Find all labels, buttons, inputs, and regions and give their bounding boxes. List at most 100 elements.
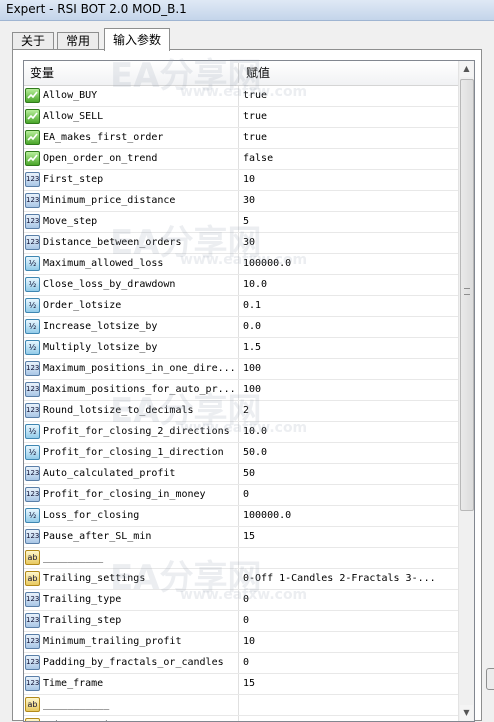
parameter-name: Close_loss_by_drawdown [43, 279, 176, 290]
parameter-row[interactable]: ½ Loss_for_closing 100000.0 [24, 506, 460, 527]
parameter-row[interactable]: ab ___________ [24, 695, 460, 716]
parameter-row[interactable]: ab Trailing_settings 0-Off 1-Candles 2-Fra… [24, 569, 460, 590]
cell-divider [238, 317, 239, 337]
parameter-value[interactable]: 30 [243, 233, 457, 253]
parameter-value[interactable]: true [243, 107, 457, 127]
parameter-value[interactable]: 10 [243, 170, 457, 190]
parameter-value[interactable]: 100000.0 [243, 506, 457, 526]
parameter-value[interactable]: false [243, 149, 457, 169]
column-header-variable[interactable]: 变量 [30, 61, 54, 85]
parameter-row[interactable]: 123 Minimum_price_distance 30 [24, 191, 460, 212]
parameter-value[interactable]: 0 [243, 590, 457, 610]
parameter-value[interactable]: 1.5 [243, 338, 457, 358]
parameter-value[interactable]: 0 [243, 485, 457, 505]
tab-common[interactable]: 常用 [57, 32, 100, 50]
tab-inputs[interactable]: 输入参数 [104, 28, 171, 51]
parameter-value[interactable]: 5 [243, 212, 457, 232]
parameter-row[interactable]: Open_order_on_trend false [24, 149, 460, 170]
parameter-name: Trailing_type [43, 594, 122, 605]
parameter-name: Open_order_on_trend [43, 153, 158, 164]
string-param-icon: ab [25, 571, 40, 586]
cell-divider [238, 548, 239, 568]
parameter-row[interactable]: ½ Close_loss_by_drawdown 10.0 [24, 275, 460, 296]
parameter-row[interactable]: ab __________ [24, 548, 460, 569]
parameter-value[interactable]: 100 [243, 359, 457, 379]
parameter-name: Profit_for_closing_2_directions [43, 426, 230, 437]
scroll-up-button[interactable]: ▲ [460, 61, 473, 77]
cell-divider [238, 653, 239, 673]
scroll-thumb[interactable] [460, 79, 474, 511]
parameter-row[interactable]: 123 Trailing_step 0 [24, 611, 460, 632]
tab-about[interactable]: 关于 [12, 32, 55, 50]
parameter-value[interactable]: 50.0 [243, 443, 457, 463]
parameter-value[interactable]: 10 [243, 632, 457, 652]
parameter-row[interactable]: 123 Pause_after_SL_min 15 [24, 527, 460, 548]
side-button[interactable] [486, 668, 494, 690]
scroll-down-button[interactable]: ▼ [460, 705, 473, 721]
parameter-name: Pause_after_SL_min [43, 531, 152, 542]
parameter-row[interactable]: 123 Round_lotsize_to_decimals 2 [24, 401, 460, 422]
parameter-value[interactable]: 0.1 [243, 296, 457, 316]
parameter-value[interactable]: 100 [243, 380, 457, 400]
cell-divider [238, 695, 239, 715]
parameter-name: Minimum_trailing_profit [43, 636, 182, 647]
string-param-icon: ab [25, 718, 40, 721]
parameter-row[interactable]: 123 Trailing_type 0 [24, 590, 460, 611]
parameter-row[interactable]: ½ Increase_lotsize_by 0.0 [24, 317, 460, 338]
vertical-scrollbar[interactable]: ▲ ▼ [458, 61, 474, 721]
parameter-value[interactable]: 0 [243, 611, 457, 631]
parameter-row[interactable]: Allow_SELL true [24, 107, 460, 128]
parameter-value[interactable]: 0-Off 1-Candles 2-Fractals 3-... [243, 569, 457, 589]
cell-divider [238, 359, 239, 379]
parameter-row[interactable]: ½ Profit_for_closing_2_directions 10.0 [24, 422, 460, 443]
parameter-row[interactable]: Allow_BUY true [24, 86, 460, 107]
parameter-name: __________ [43, 552, 104, 563]
cell-divider [238, 338, 239, 358]
parameter-value[interactable] [243, 548, 457, 568]
parameter-row[interactable]: 123 Move_step 5 [24, 212, 460, 233]
parameter-row[interactable]: 123 Time_frame 15 [24, 674, 460, 695]
parameter-value[interactable]: 100000.0 [243, 254, 457, 274]
int-param-icon: 123 [25, 676, 40, 691]
parameter-value[interactable] [243, 716, 457, 721]
column-header-value[interactable]: 赋值 [246, 61, 270, 85]
parameter-row[interactable]: 123 Maximum_positions_in_one_dire... 100 [24, 359, 460, 380]
parameter-value[interactable]: true [243, 128, 457, 148]
int-param-icon: 123 [25, 403, 40, 418]
cell-divider [238, 464, 239, 484]
cell-divider [238, 233, 239, 253]
parameter-row[interactable]: 123 Minimum_trailing_profit 10 [24, 632, 460, 653]
parameter-value[interactable]: 10.0 [243, 275, 457, 295]
parameter-value[interactable]: 15 [243, 674, 457, 694]
parameter-value[interactable] [243, 695, 457, 715]
parameter-row[interactable]: 123 Profit_for_closing_in_money 0 [24, 485, 460, 506]
double-param-icon: ½ [25, 424, 40, 439]
parameter-row[interactable]: ½ Order_lotsize 0.1 [24, 296, 460, 317]
parameter-value[interactable]: 15 [243, 527, 457, 547]
parameter-name: Round_lotsize_to_decimals [43, 405, 194, 416]
parameter-row[interactable]: 123 First_step 10 [24, 170, 460, 191]
parameter-row[interactable]: ½ Multiply_lotsize_by 1.5 [24, 338, 460, 359]
parameter-value[interactable]: 50 [243, 464, 457, 484]
parameter-row[interactable]: 123 Padding_by_fractals_or_candles 0 [24, 653, 460, 674]
parameter-value[interactable]: 0.0 [243, 317, 457, 337]
parameter-value[interactable]: true [243, 86, 457, 106]
parameter-row[interactable]: 123 Auto_calculated_profit 50 [24, 464, 460, 485]
parameter-value[interactable]: 30 [243, 191, 457, 211]
parameter-name: Multiply_lotsize_by [43, 342, 158, 353]
parameter-row[interactable]: EA_makes_first_order true [24, 128, 460, 149]
parameter-value[interactable]: 10.0 [243, 422, 457, 442]
bool-param-icon [25, 88, 40, 103]
parameter-name: Increase_lotsize_by [43, 321, 158, 332]
parameter-row[interactable]: ½ Maximum_allowed_loss 100000.0 [24, 254, 460, 275]
parameter-row[interactable]: abOther_settings [24, 716, 460, 721]
column-divider[interactable] [238, 63, 239, 83]
parameter-value[interactable]: 0 [243, 653, 457, 673]
parameter-row[interactable]: 123 Maximum_positions_for_auto_pr... 100 [24, 380, 460, 401]
parameter-value[interactable]: 2 [243, 401, 457, 421]
parameter-row[interactable]: ½ Profit_for_closing_1_direction 50.0 [24, 443, 460, 464]
double-param-icon: ½ [25, 445, 40, 460]
string-param-icon: ab [25, 697, 40, 712]
parameter-row[interactable]: 123 Distance_between_orders 30 [24, 233, 460, 254]
cell-divider [238, 191, 239, 211]
